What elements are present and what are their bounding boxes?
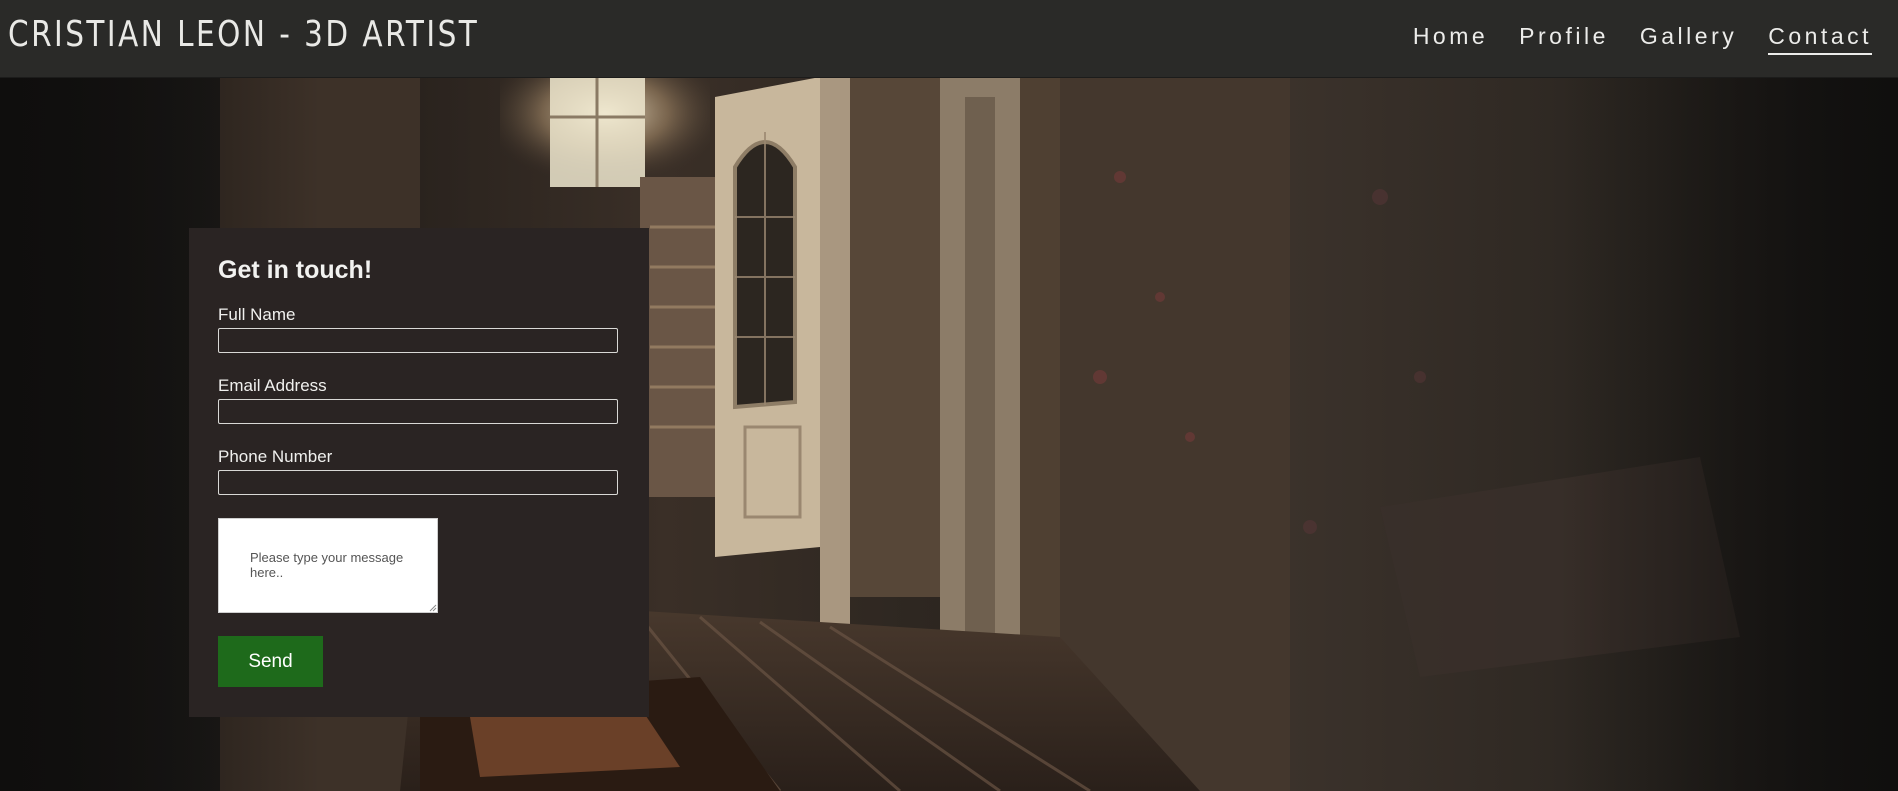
message-textarea[interactable] [218, 518, 438, 613]
main-nav: Home Profile Gallery Contact [1413, 23, 1872, 55]
phone-input[interactable] [218, 470, 618, 495]
form-title: Get in touch! [218, 256, 373, 284]
email-label: Email Address [218, 376, 327, 395]
full-name-input[interactable] [218, 328, 618, 353]
nav-profile-link[interactable]: Profile [1519, 23, 1609, 55]
email-input[interactable] [218, 399, 618, 424]
nav-contact-link[interactable]: Contact [1768, 23, 1872, 55]
full-name-label: Full Name [218, 305, 296, 324]
contact-form: Get in touch! Full Name Email Address Ph… [189, 228, 649, 717]
phone-label: Phone Number [218, 447, 333, 466]
top-bar: CRISTIAN LEON - 3D ARTIST Home Profile G… [0, 0, 1898, 78]
send-button[interactable]: Send [218, 636, 323, 687]
nav-home-link[interactable]: Home [1413, 23, 1488, 55]
contact-page: CRISTIAN LEON - 3D ARTIST Home Profile G… [0, 0, 1898, 791]
site-brand[interactable]: CRISTIAN LEON - 3D ARTIST [8, 14, 479, 55]
nav-gallery-link[interactable]: Gallery [1640, 23, 1737, 55]
